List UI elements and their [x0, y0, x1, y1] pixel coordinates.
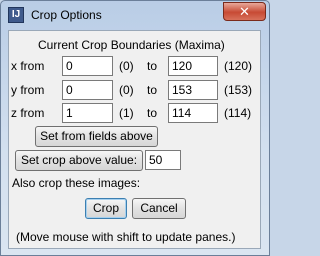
x-from-label: x from [11, 59, 45, 73]
crop-options-window: IJ Crop Options ✕ Current Crop Boundarie… [0, 0, 270, 256]
set-crop-above-button[interactable]: Set crop above value: [15, 150, 143, 171]
crop-button[interactable]: Crop [85, 198, 127, 219]
z-max-hint: (114) [224, 106, 252, 120]
set-from-fields-button[interactable]: Set from fields above [35, 126, 158, 147]
bounds-header: Current Crop Boundaries (Maxima) [38, 38, 225, 52]
x-to-input[interactable] [168, 56, 218, 76]
title-bar[interactable]: IJ Crop Options ✕ [1, 1, 269, 29]
x-max-hint: (120) [224, 59, 253, 73]
window-title: Crop Options [31, 8, 102, 22]
shift-hint-text: (Move mouse with shift to update panes.) [16, 230, 236, 244]
x-min-hint: (0) [119, 59, 134, 73]
close-button[interactable]: ✕ [223, 2, 266, 21]
y-min-hint: (0) [119, 83, 134, 97]
y-to-input[interactable] [168, 80, 218, 100]
cancel-button[interactable]: Cancel [132, 198, 186, 219]
y-from-label: y from [11, 83, 45, 97]
x-from-input[interactable] [62, 56, 113, 76]
close-icon: ✕ [239, 4, 250, 19]
z-min-hint: (1) [119, 106, 134, 120]
z-from-label: z from [11, 106, 45, 120]
imagej-icon: IJ [8, 7, 24, 23]
z-to-label: to [147, 106, 158, 120]
x-to-label: to [147, 59, 158, 73]
also-crop-label: Also crop these images: [12, 176, 141, 190]
z-to-input[interactable] [168, 103, 218, 123]
y-to-label: to [147, 83, 158, 97]
dialog-body: Current Crop Boundaries (Maxima) x from … [8, 30, 261, 249]
y-max-hint: (153) [224, 83, 253, 97]
crop-above-value-input[interactable] [145, 150, 181, 170]
z-from-input[interactable] [62, 103, 113, 123]
y-from-input[interactable] [62, 80, 113, 100]
